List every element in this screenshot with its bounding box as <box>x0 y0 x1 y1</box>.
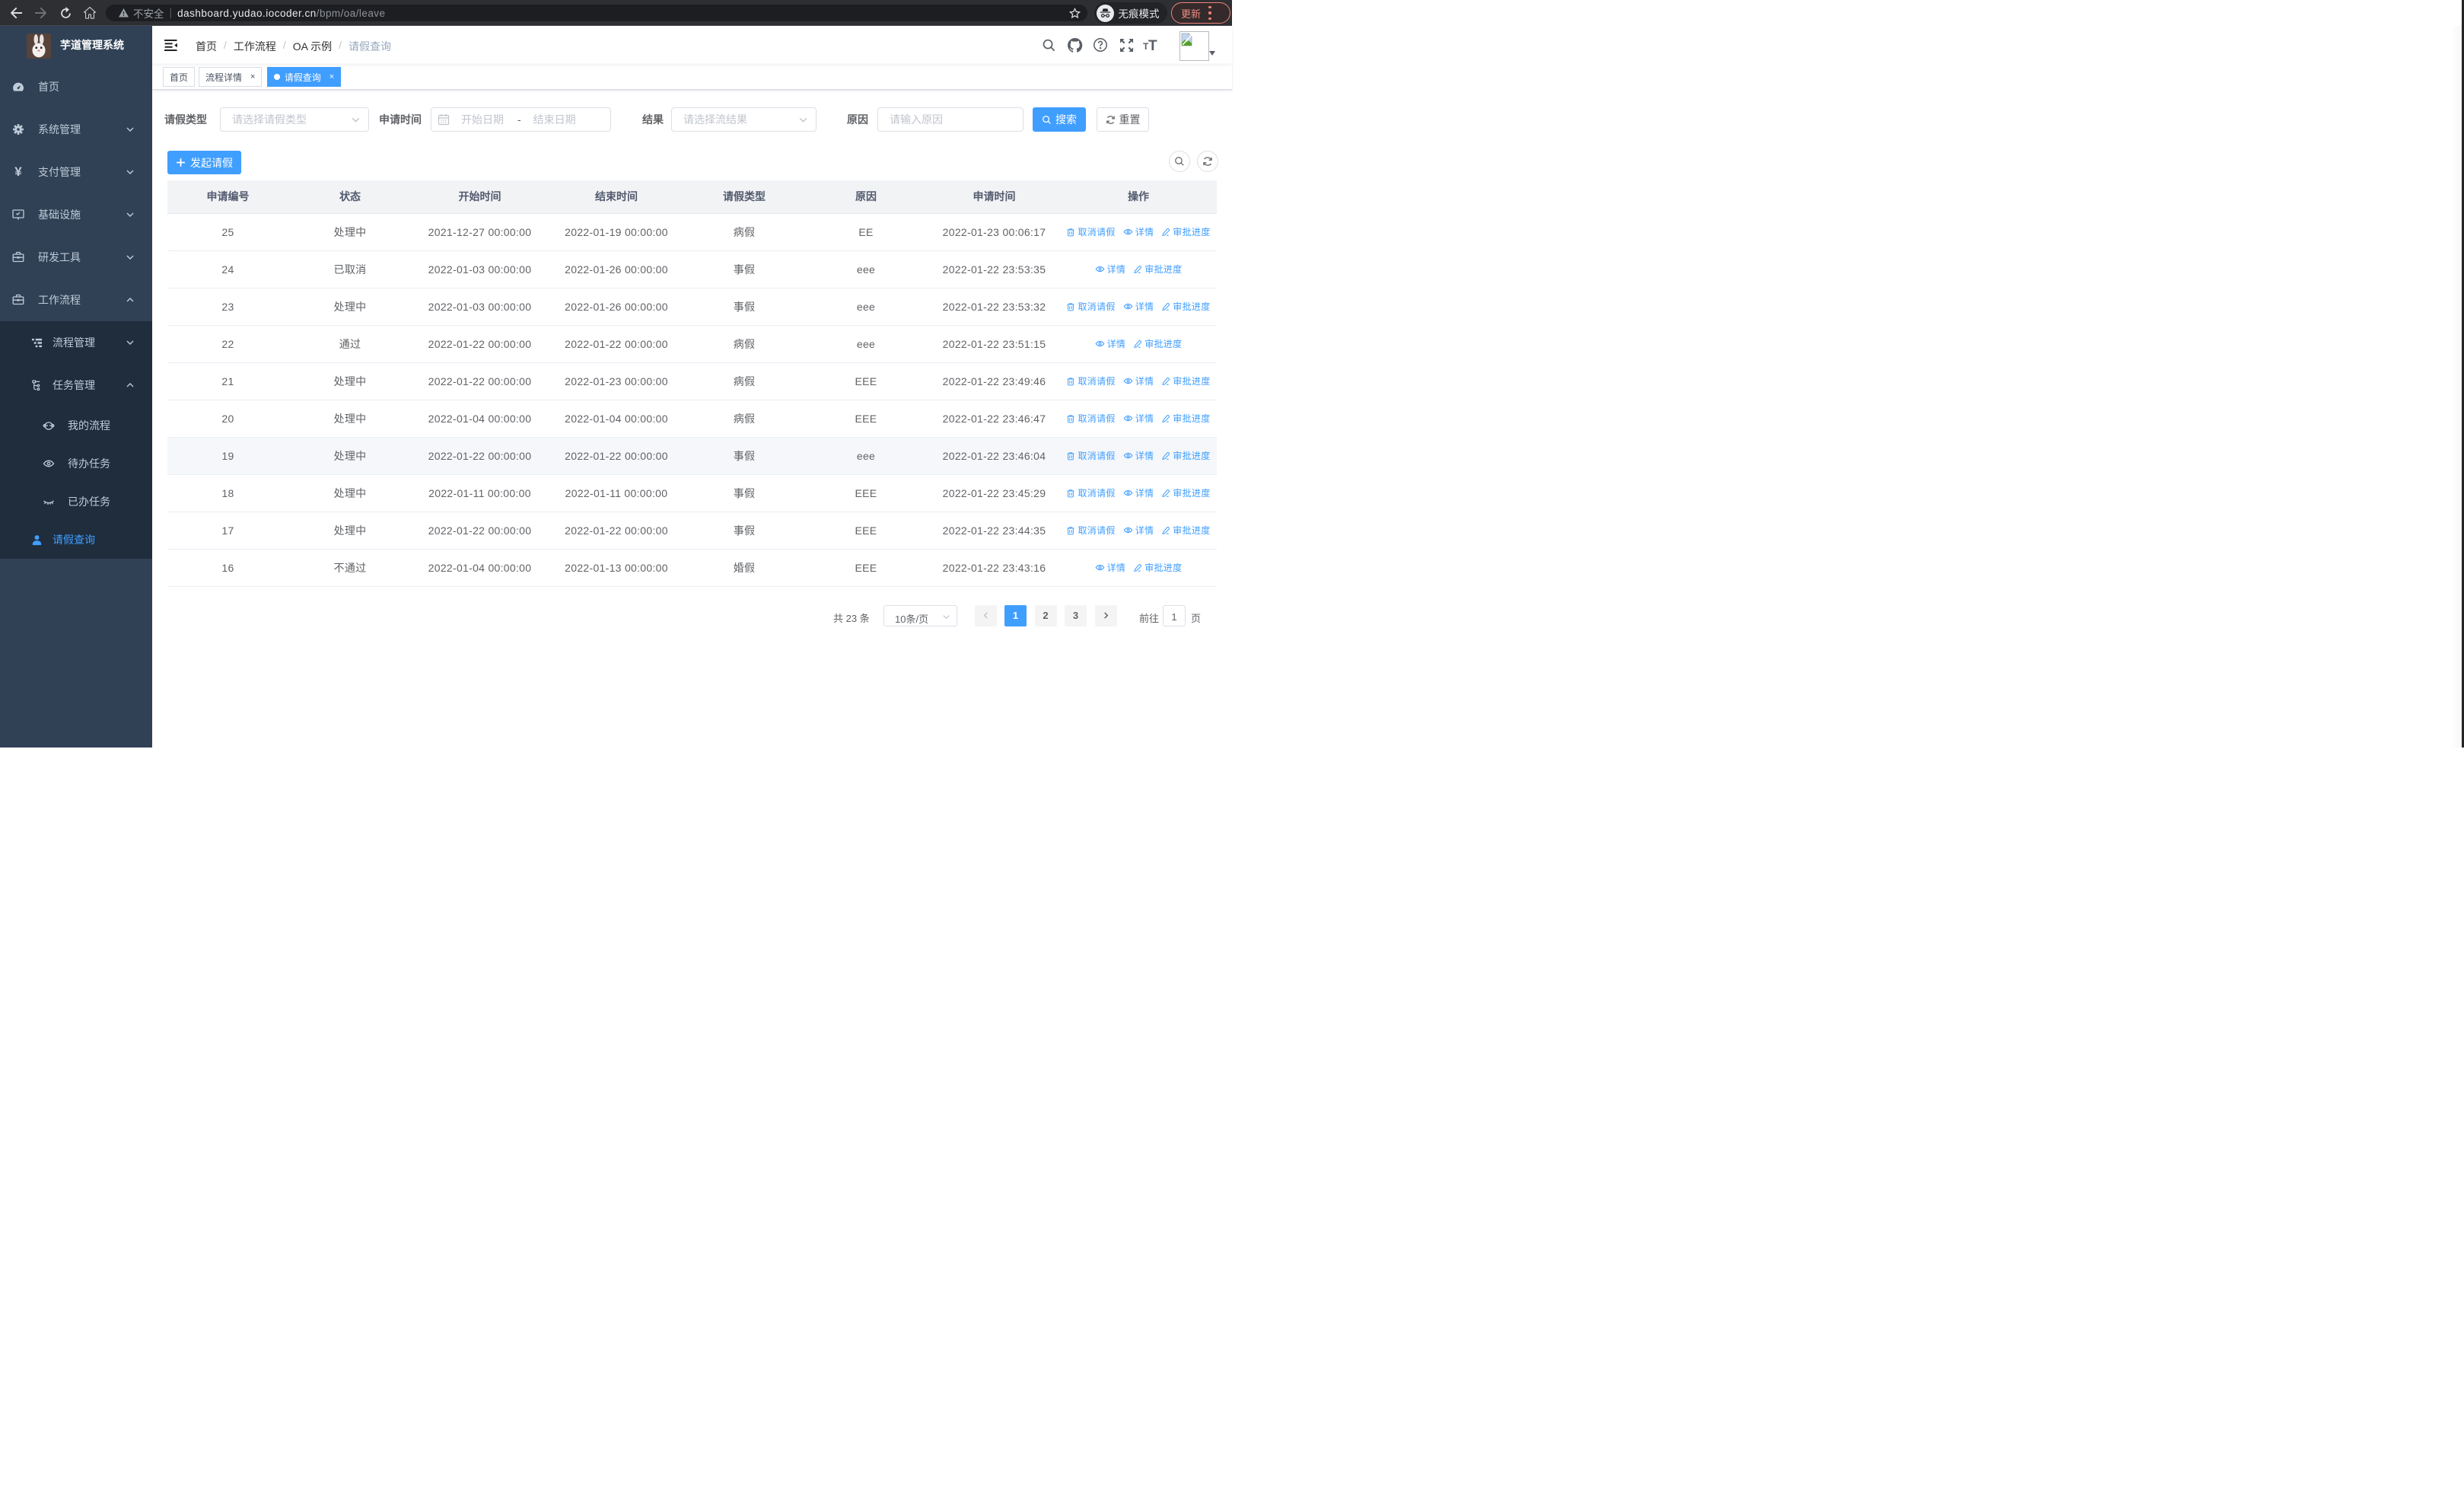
svg-text:T: T <box>1148 38 1157 53</box>
